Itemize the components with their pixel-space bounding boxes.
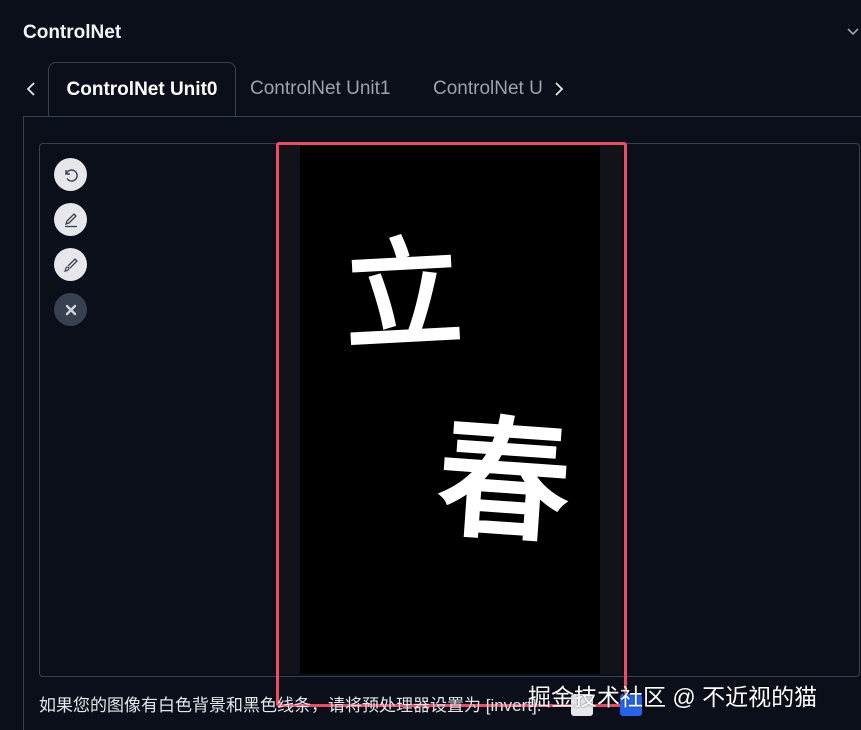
brush-button[interactable] <box>54 248 87 281</box>
panel-title: ControlNet <box>23 22 122 43</box>
unit-tabs: ControlNet Unit0 ControlNet Unit1 Contro… <box>0 62 861 117</box>
uploaded-image-canvas[interactable]: 立 春 <box>300 146 600 674</box>
close-icon <box>65 304 76 315</box>
canvas-padding-right <box>600 146 622 674</box>
image-char-li: 立 <box>340 223 466 367</box>
tab-controlnet-unit1[interactable]: ControlNet Unit1 <box>250 62 410 115</box>
chevron-down-icon[interactable] <box>846 24 860 38</box>
tab-controlnet-unit0[interactable]: ControlNet Unit0 <box>48 62 236 117</box>
chevron-right-icon[interactable] <box>550 80 568 98</box>
invert-hint-text: 如果您的图像有白色背景和黑色线条，请将预处理器设置为 [invert]. <box>39 696 542 715</box>
tab-controlnet-unit2[interactable]: ControlNet U <box>433 62 545 115</box>
undo-icon <box>64 168 78 182</box>
edit-button[interactable] <box>54 203 87 236</box>
watermark: 掘金技术社区 @ 不近视的猫 <box>528 684 818 710</box>
clear-button[interactable] <box>54 293 87 326</box>
image-char-chun: 春 <box>432 400 576 564</box>
pencil-icon <box>64 212 77 227</box>
canvas-padding-left <box>278 146 300 674</box>
controlnet-accordion-header[interactable]: ControlNet <box>0 0 861 62</box>
brush-icon <box>63 257 78 272</box>
undo-button[interactable] <box>54 158 87 191</box>
chevron-left-icon[interactable] <box>22 80 40 98</box>
